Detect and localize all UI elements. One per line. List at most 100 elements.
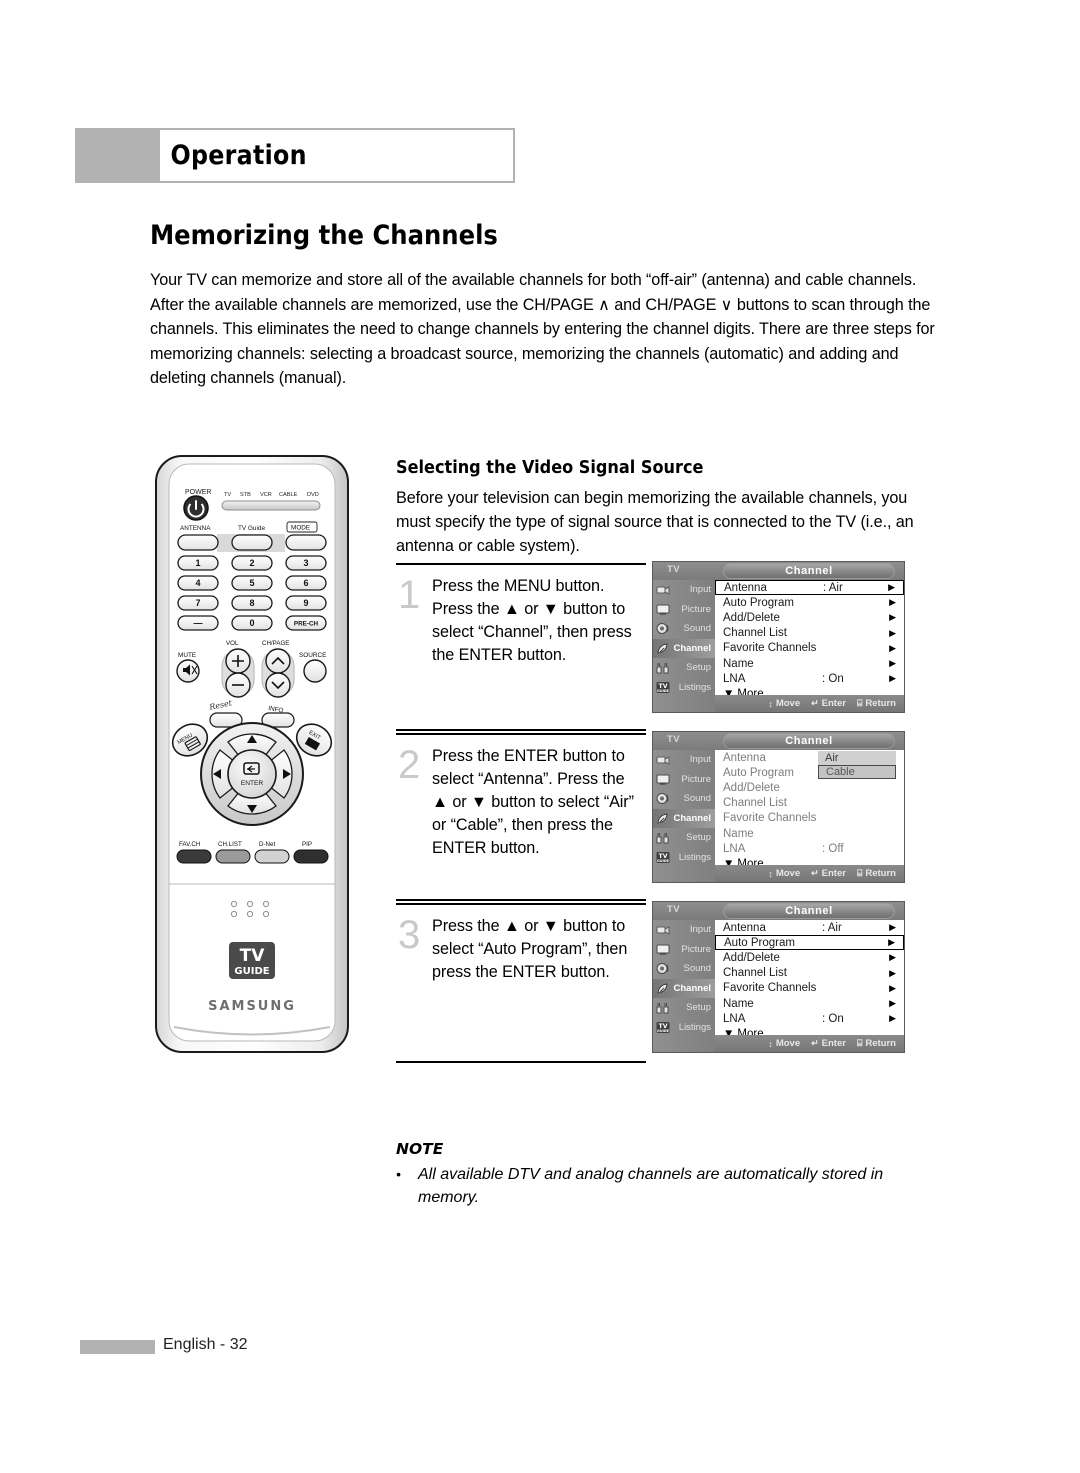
- key-4-label: 4: [195, 578, 200, 588]
- osd-menu-item[interactable]: Channel List ▶: [715, 626, 904, 641]
- osd-sidebar-label: Picture: [681, 603, 711, 615]
- osd-hint-return: ⌸ Return: [857, 868, 896, 879]
- osd-sidebar-label: Channel: [673, 642, 711, 654]
- osd-menu-item[interactable]: Auto Program ▶: [715, 595, 904, 610]
- osd-menu-item[interactable]: LNA : Off: [715, 841, 904, 856]
- osd-sidebar-label: Setup: [686, 1002, 711, 1014]
- satellite-dish-icon: [656, 812, 670, 825]
- osd-sidebar-item-setup[interactable]: Setup: [653, 658, 715, 678]
- osd-menu-item[interactable]: Favorite Channels ▶: [715, 641, 904, 656]
- osd-menu-list: Antenna : Air ▶ Auto Program ▶ Add/Delet…: [715, 920, 904, 1052]
- osd-sidebar-item-input[interactable]: Input: [653, 920, 715, 940]
- antenna-button[interactable]: [177, 534, 219, 551]
- antenna-dropdown[interactable]: Air Cable: [818, 751, 896, 779]
- osd-sidebar-item-channel[interactable]: Channel: [653, 808, 715, 828]
- osd-menu-item[interactable]: Auto Program ▶: [715, 935, 904, 951]
- osd-sidebar-label: Setup: [686, 662, 711, 674]
- chevron-right-icon: ▶: [889, 922, 896, 933]
- favch-button[interactable]: [176, 849, 212, 864]
- osd-menu-item[interactable]: Antenna : Air ▶: [715, 920, 904, 935]
- osd-sidebar: Input Picture Sound Channel Setup TV GUI…: [653, 920, 715, 1052]
- osd-sidebar-item-sound[interactable]: Sound: [653, 619, 715, 639]
- osd-menu-item[interactable]: Name ▶: [715, 996, 904, 1011]
- osd-sidebar-item-setup[interactable]: Setup: [653, 998, 715, 1018]
- osd-menu-item-label: Antenna: [723, 751, 766, 764]
- osd-menu-item[interactable]: Channel List: [715, 796, 904, 811]
- osd-menu-item[interactable]: Name ▶: [715, 656, 904, 671]
- osd-sidebar-item-sound[interactable]: Sound: [653, 959, 715, 979]
- osd-menu-item-value: : On: [822, 672, 844, 685]
- channel-up-button[interactable]: [265, 648, 291, 674]
- osd-sidebar-item-listings[interactable]: TV GUIDE Listings: [653, 848, 715, 868]
- enter-label: ENTER: [241, 780, 264, 787]
- osd-menu-item-value: : Air: [822, 921, 842, 934]
- osd-sidebar-item-listings[interactable]: TV GUIDE Listings: [653, 678, 715, 698]
- osd-menu-item[interactable]: Add/Delete ▶: [715, 950, 904, 965]
- screen-icon: [656, 773, 670, 786]
- osd-sidebar-item-channel[interactable]: Channel: [653, 638, 715, 658]
- osd-menu-item-label: LNA: [723, 842, 746, 855]
- osd-menu-item[interactable]: LNA : On ▶: [715, 1011, 904, 1026]
- key-7-label: 7: [195, 598, 200, 608]
- mode-button[interactable]: [285, 534, 327, 551]
- mode-label-cable: CABLE: [279, 492, 298, 498]
- osd-menu-item-value: : On: [822, 1012, 844, 1025]
- move-glyph-icon: ↕: [768, 698, 773, 709]
- osd-sidebar-item-input[interactable]: Input: [653, 750, 715, 770]
- intro-paragraph: Your TV can memorize and store all of th…: [150, 271, 935, 387]
- osd-hint-label: Enter: [821, 1038, 846, 1049]
- osd-title: Channel: [785, 565, 833, 577]
- chlist-button[interactable]: [215, 849, 251, 864]
- subsection-body: Before your television can begin memoriz…: [396, 489, 914, 555]
- osd-menu-item[interactable]: Channel List ▶: [715, 966, 904, 981]
- osd-menu-item-label: Name: [723, 657, 754, 670]
- osd-menu-item[interactable]: Favorite Channels ▶: [715, 981, 904, 996]
- osd-sidebar-item-sound[interactable]: Sound: [653, 789, 715, 809]
- osd-title: Channel: [785, 905, 833, 917]
- osd-menu-item[interactable]: LNA : On ▶: [715, 671, 904, 686]
- key-5-label: 5: [249, 578, 254, 588]
- osd-sidebar-item-picture[interactable]: Picture: [653, 940, 715, 960]
- step-number: 3: [398, 913, 421, 957]
- dnet-label: D-Net: [259, 841, 275, 848]
- osd-hint-label: Move: [775, 698, 801, 709]
- key-8-label: 8: [249, 598, 254, 608]
- osd-menu-item-label: Channel List: [723, 627, 787, 640]
- enter-glyph-icon: ↵: [811, 698, 819, 708]
- osd-sidebar-item-picture[interactable]: Picture: [653, 770, 715, 790]
- antenna-option-cable[interactable]: Cable: [818, 765, 896, 779]
- osd-hint-label: Return: [865, 1038, 896, 1049]
- osd-menu-item-label: LNA: [723, 1012, 746, 1025]
- chpage-label: CH/PAGE: [262, 640, 289, 647]
- chapter-title: Operation: [170, 140, 307, 171]
- channel-down-button[interactable]: [265, 672, 291, 698]
- osd-sidebar-item-listings[interactable]: TV GUIDE Listings: [653, 1018, 715, 1038]
- osd-sidebar-label: Input: [689, 584, 711, 596]
- pip-button[interactable]: [293, 849, 329, 864]
- osd-menu-item-label: LNA: [723, 672, 746, 685]
- osd-menu-item[interactable]: Favorite Channels: [715, 811, 904, 826]
- antenna-option-air[interactable]: Air: [818, 751, 896, 765]
- osd-sidebar-item-picture[interactable]: Picture: [653, 600, 715, 620]
- step-block-1: 1 Press the MENU button. Press the ▲ or …: [396, 563, 646, 731]
- return-glyph-icon: ⌸: [856, 1038, 863, 1048]
- osd-menu-item[interactable]: Add/Delete: [715, 780, 904, 795]
- osd-title-pill: Channel: [723, 903, 895, 919]
- source-button[interactable]: [303, 659, 327, 683]
- osd-menu-item[interactable]: Name: [715, 826, 904, 841]
- tvguide-button[interactable]: [231, 534, 273, 551]
- osd-hint-move: ↕ Move: [768, 868, 800, 879]
- osd-menu-item-label: Auto Program: [723, 596, 794, 609]
- osd-hint-label: Return: [865, 698, 896, 709]
- mode-indicator-bar: [221, 500, 321, 511]
- chapter-header-bar: Operation: [75, 128, 515, 183]
- osd-menu-item[interactable]: Antenna : Air ▶: [715, 580, 904, 596]
- osd-sidebar-item-input[interactable]: Input: [653, 580, 715, 600]
- osd-menu-item-label: Add/Delete: [723, 951, 780, 964]
- osd-menu-item[interactable]: Add/Delete ▶: [715, 610, 904, 625]
- chevron-right-icon: ▶: [889, 967, 896, 978]
- key-2-label: 2: [249, 558, 254, 568]
- dnet-button[interactable]: [254, 849, 290, 864]
- osd-sidebar-item-channel[interactable]: Channel: [653, 978, 715, 998]
- osd-sidebar-item-setup[interactable]: Setup: [653, 828, 715, 848]
